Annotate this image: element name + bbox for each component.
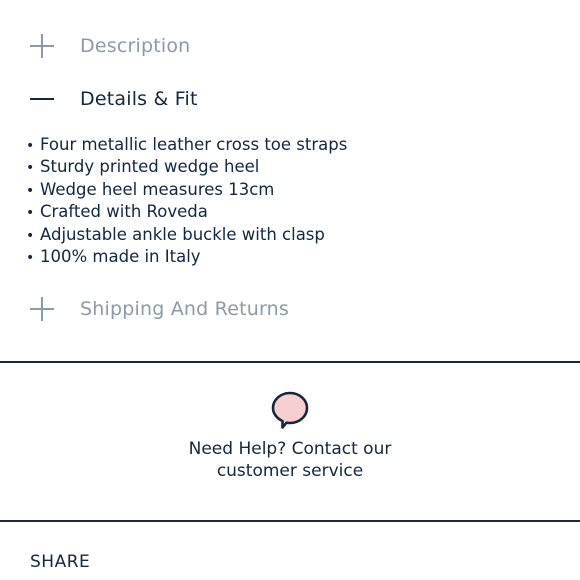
divider bbox=[0, 520, 580, 522]
divider bbox=[0, 361, 580, 363]
accordion-description[interactable]: Description bbox=[0, 26, 580, 66]
list-item: Crafted with Roveda bbox=[26, 201, 347, 223]
list-item: Wedge heel measures 13cm bbox=[26, 179, 347, 201]
accordion-details-fit[interactable]: Details & Fit bbox=[0, 79, 580, 119]
list-item: Adjustable ankle buckle with clasp bbox=[26, 224, 347, 246]
minus-icon[interactable] bbox=[30, 79, 56, 119]
accordion-shipping-returns-label: Shipping And Returns bbox=[80, 298, 290, 320]
plus-icon[interactable] bbox=[30, 26, 56, 66]
accordion-description-label: Description bbox=[80, 35, 191, 57]
speech-bubble-icon bbox=[271, 391, 309, 429]
list-item: Four metallic leather cross toe straps bbox=[26, 134, 347, 156]
details-fit-list: Four metallic leather cross toe straps S… bbox=[26, 134, 347, 268]
share-label: SHARE bbox=[30, 552, 91, 572]
product-info-page: Description Details & Fit Four metallic … bbox=[0, 0, 580, 580]
contact-customer-service-link[interactable]: Need Help? Contact our customer service bbox=[170, 438, 410, 482]
plus-icon[interactable] bbox=[30, 289, 56, 329]
list-item: 100% made in Italy bbox=[26, 246, 347, 268]
accordion-details-fit-label: Details & Fit bbox=[80, 88, 198, 110]
list-item: Sturdy printed wedge heel bbox=[26, 156, 347, 178]
help-section: Need Help? Contact our customer service bbox=[0, 390, 580, 482]
accordion-shipping-returns[interactable]: Shipping And Returns bbox=[0, 289, 580, 329]
